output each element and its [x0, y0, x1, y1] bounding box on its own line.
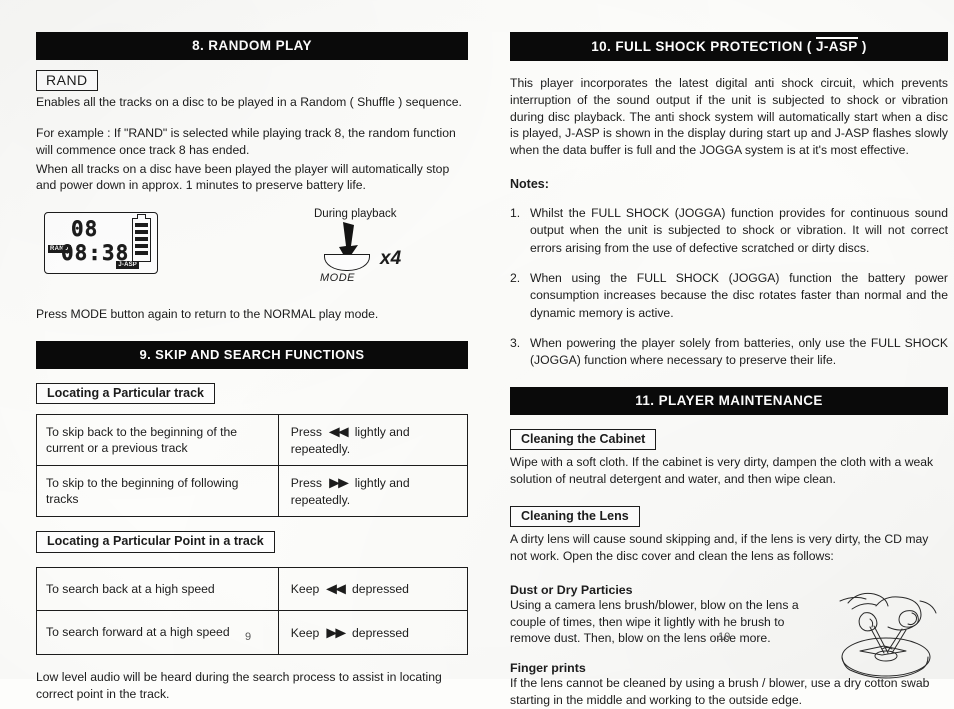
list-item: 1. Whilst the FULL SHOCK (JOGGA) functio…: [510, 205, 948, 257]
cleaning-lens-text: A dirty lens will cause sound skipping a…: [510, 532, 929, 563]
random-play-autostop: When all tracks on a disc have been play…: [36, 161, 450, 193]
dust-particles-title: Dust or Dry Particies: [510, 582, 633, 597]
section-10-title-prefix: 10. FULL SHOCK PROTECTION (: [591, 39, 816, 54]
search-back-action: To search back at a high speed: [36, 566, 279, 612]
lcd-shock-indicator: J-ASP: [116, 261, 139, 270]
skip-back-action: To skip back to the beginning of the cur…: [36, 414, 279, 467]
note-text: Whilst the FULL SHOCK (JOGGA) function p…: [530, 206, 948, 255]
random-play-example: For example : If "RAND" is selected whil…: [36, 125, 456, 157]
press-count-label: x4: [380, 248, 402, 270]
search-back-instruction: Keep ◀◀ depressed: [277, 566, 469, 612]
skip-back-icon: ◀◀: [329, 425, 348, 439]
list-item: 2. When using the FULL SHOCK (JOGGA) fun…: [510, 270, 948, 322]
manual-page-spread: 8. RANDOM PLAY RAND Enables all the trac…: [0, 0, 954, 707]
mode-button-label: MODE: [320, 272, 355, 285]
note-text: When using the FULL SHOCK (JOGGA) functi…: [530, 271, 948, 320]
mode-button-diagram: During playback x4 MODE: [294, 208, 464, 284]
keep-label: Keep: [290, 625, 320, 640]
full-shock-notes-list: 1. Whilst the FULL SHOCK (JOGGA) functio…: [510, 205, 948, 370]
hands-cleaning-disc-illustration: [839, 592, 937, 679]
search-footnote: Low level audio will be heard during the…: [36, 669, 442, 701]
press-label: Press: [290, 425, 322, 440]
table-row: To search forward at a high speed Keep ▶…: [36, 610, 469, 655]
skip-back-instruction: Press ◀◀ lightly and repeatedly.: [277, 414, 469, 467]
table-row: To skip back to the beginning of the cur…: [36, 414, 469, 467]
press-label: Press: [290, 476, 322, 491]
note-number: 2.: [510, 271, 521, 286]
full-shock-paragraph: This player incorporates the latest digi…: [510, 76, 948, 158]
section-banner-random-play: 8. RANDOM PLAY: [36, 32, 468, 60]
list-item: 3. When powering the player solely from …: [510, 335, 948, 370]
skip-forward-icon: ▶▶: [329, 476, 348, 490]
right-page-column: 10. FULL SHOCK PROTECTION ( J-ASP ) This…: [510, 0, 948, 707]
note-number: 3.: [510, 336, 521, 351]
overline-bar: [815, 37, 858, 39]
section-9-title: 9. SKIP AND SEARCH FUNCTIONS: [139, 347, 365, 363]
skip-forward-instruction: Press ▶▶ lightly and repeatedly.: [277, 465, 469, 518]
section-11-title: 11. PLAYER MAINTENANCE: [635, 392, 823, 408]
section-banner-skip-search: 9. SKIP AND SEARCH FUNCTIONS: [36, 341, 468, 370]
subhead-locating-point: Locating a Particular Point in a track: [36, 531, 275, 553]
section-banner-player-maintenance: 11. PLAYER MAINTENANCE: [510, 386, 948, 415]
search-back-suffix: depressed: [352, 582, 409, 597]
section-8-title: 8. RANDOM PLAY: [192, 38, 312, 53]
skip-forward-action: To skip to the beginning of following tr…: [36, 465, 279, 518]
skip-functions-table: To skip back to the beginning of the cur…: [36, 414, 469, 518]
search-forward-instruction: Keep ▶▶ depressed: [277, 610, 469, 655]
section-banner-full-shock: 10. FULL SHOCK PROTECTION ( J-ASP ): [510, 32, 948, 61]
search-forward-suffix: depressed: [352, 625, 409, 640]
notes-label: Notes:: [510, 177, 549, 192]
lcd-display: 08 RAND 08:38 J-ASP: [44, 212, 158, 275]
search-forward-action: To search forward at a high speed: [36, 610, 279, 655]
subhead-locating-track: Locating a Particular track: [36, 383, 216, 405]
page-number-left: 9: [245, 631, 252, 643]
rand-badge: RAND: [36, 70, 98, 92]
random-play-intro: Enables all the tracks on a disc to be p…: [36, 95, 462, 110]
note-number: 1.: [510, 206, 521, 221]
subhead-cleaning-lens: Cleaning the Lens: [510, 505, 640, 528]
keep-label: Keep: [290, 582, 320, 597]
during-playback-label: During playback: [314, 208, 397, 221]
search-back-icon: ◀◀: [326, 581, 346, 596]
left-page-column: 8. RANDOM PLAY RAND Enables all the trac…: [36, 0, 469, 701]
battery-icon: [132, 214, 151, 263]
table-row: To search back at a high speed Keep ◀◀ d…: [36, 566, 469, 612]
lcd-track-number: 08: [71, 217, 99, 242]
search-functions-table: To search back at a high speed Keep ◀◀ d…: [36, 566, 469, 655]
cleaning-cabinet-text: Wipe with a soft cloth. If the cabinet i…: [510, 455, 934, 486]
random-play-diagram: 08 RAND 08:38 J-ASP During playback x4 M…: [36, 208, 468, 284]
note-text: When powering the player solely from bat…: [530, 336, 948, 368]
mode-button-shape: [324, 254, 370, 272]
table-row: To skip to the beginning of following tr…: [36, 465, 469, 518]
jasp-text: J-ASP: [815, 39, 858, 54]
jasp-mark: J-ASP: [815, 37, 858, 54]
search-forward-icon: ▶▶: [326, 625, 346, 640]
section-10-title-suffix: ): [857, 39, 867, 54]
random-play-closing: Press MODE button again to return to the…: [36, 307, 379, 322]
dust-particles-text: Using a camera lens brush/blower, blow o…: [510, 597, 799, 646]
subhead-cleaning-cabinet: Cleaning the Cabinet: [510, 428, 657, 451]
page-number-right: 10: [718, 631, 731, 643]
